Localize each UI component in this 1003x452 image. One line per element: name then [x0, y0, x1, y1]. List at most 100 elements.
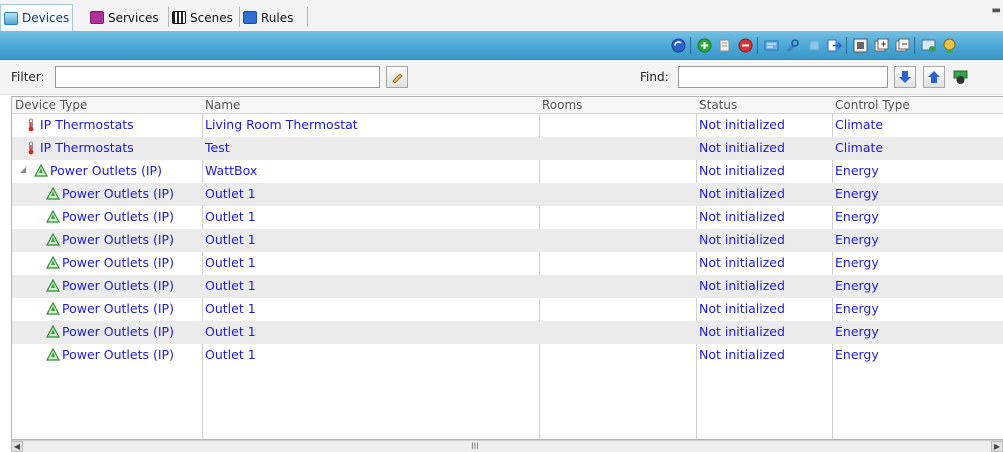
refresh-button[interactable]: [670, 37, 687, 54]
toolbar: [0, 31, 1003, 60]
table-row[interactable]: Power Outlets (IP) Outlet 1 Not initialize…: [12, 321, 1003, 344]
properties-button[interactable]: [920, 37, 937, 54]
filter-bar: Filter: Find:: [0, 60, 1003, 95]
device-type-cell: Power Outlets (IP): [62, 347, 174, 362]
tab-devices[interactable]: Devices: [0, 4, 74, 31]
scenes-icon: [172, 11, 186, 24]
device-type-cell: Power Outlets (IP): [62, 301, 174, 316]
toolbar-divider: [914, 37, 915, 54]
power-outlet-icon: [45, 186, 61, 201]
device-name-cell: Outlet 1: [205, 232, 256, 247]
status-cell: Not initialized: [699, 117, 785, 132]
grid-header: Device Type Name Rooms Status Control Ty…: [12, 97, 1003, 114]
horizontal-scrollbar[interactable]: ◀ III ▶: [11, 440, 1003, 452]
status-cell: Not initialized: [699, 232, 785, 247]
device-type-cell: Power Outlets (IP): [50, 163, 162, 178]
status-cell: Not initialized: [699, 140, 785, 155]
find-previous-button[interactable]: [923, 66, 945, 88]
find-label: Find:: [640, 70, 669, 84]
power-outlet-icon: [45, 232, 61, 247]
add-button[interactable]: [696, 37, 713, 54]
filter-label: Filter:: [11, 70, 45, 84]
column-header-name[interactable]: Name: [205, 98, 240, 112]
tab-label: Rules: [261, 10, 294, 25]
table-row[interactable]: ◢ Power Outlets (IP) WattBox Not initialize…: [12, 160, 1003, 183]
status-cell: Not initialized: [699, 186, 785, 201]
table-row[interactable]: Power Outlets (IP) Outlet 1 Not initialize…: [12, 298, 1003, 321]
device-name-cell: Outlet 1: [205, 186, 256, 201]
disabled-button[interactable]: [806, 37, 823, 54]
device-name-cell: Outlet 1: [205, 301, 256, 316]
control-type-cell: Energy: [835, 163, 879, 178]
collapse-tree-icon[interactable]: ◢: [20, 165, 26, 174]
status-cell: Not initialized: [699, 278, 785, 293]
device-type-cell: IP Thermostats: [40, 140, 134, 155]
broom-icon: [392, 73, 403, 84]
control-type-cell: Energy: [835, 209, 879, 224]
status-cell: Not initialized: [699, 163, 785, 178]
copy-button[interactable]: [716, 37, 733, 54]
device-grid: Device Type Name Rooms Status Control Ty…: [11, 96, 1003, 440]
configure-button[interactable]: [784, 37, 801, 54]
table-row[interactable]: IP Thermostats Living Room Thermostat Not …: [12, 114, 1003, 137]
copy-icon: [719, 39, 730, 52]
power-outlet-icon: [45, 301, 61, 316]
minimize-icon[interactable]: ▬: [992, 5, 1001, 16]
table-row[interactable]: Power Outlets (IP) Outlet 1 Not initialize…: [12, 206, 1003, 229]
collapse-icon: [895, 38, 910, 52]
tab-rules[interactable]: Rules: [240, 4, 296, 31]
table-row[interactable]: Power Outlets (IP) Outlet 1 Not initialize…: [12, 344, 1003, 367]
expand-icon: [874, 38, 889, 52]
tab-strip: Devices Services Scenes Rules ▬: [0, 0, 1003, 31]
device-name-cell: Outlet 1: [205, 324, 256, 339]
tab-label: Services: [108, 10, 159, 25]
globe-button[interactable]: [941, 37, 958, 54]
column-header-rooms[interactable]: Rooms: [542, 98, 582, 112]
find-options-button[interactable]: [952, 69, 969, 86]
refresh-icon: [671, 38, 686, 53]
tab-scenes[interactable]: Scenes: [169, 4, 236, 31]
scroll-left-icon[interactable]: ◀: [11, 441, 23, 452]
column-header-status[interactable]: Status: [699, 98, 737, 112]
find-input[interactable]: [678, 66, 888, 88]
device-name-cell: WattBox: [205, 163, 258, 178]
rules-icon: [243, 11, 257, 24]
device-type-cell: Power Outlets (IP): [62, 232, 174, 247]
scroll-thumb[interactable]: III: [471, 442, 479, 452]
device-name-cell: Outlet 1: [205, 278, 256, 293]
table-row[interactable]: Power Outlets (IP) Outlet 1 Not initialize…: [12, 183, 1003, 206]
device-name-cell: Test: [205, 140, 230, 155]
disabled-icon: [809, 40, 820, 51]
table-row[interactable]: Power Outlets (IP) Outlet 1 Not initialize…: [12, 252, 1003, 275]
toolbar-divider: [846, 37, 847, 54]
control-type-cell: Energy: [835, 324, 879, 339]
status-cell: Not initialized: [699, 324, 785, 339]
find-options-icon: [953, 70, 968, 84]
export-button[interactable]: [826, 37, 843, 54]
remove-icon: [738, 38, 753, 53]
find-next-button[interactable]: [894, 66, 916, 88]
edit-icon: [764, 40, 779, 51]
table-row[interactable]: IP Thermostats Test Not initialized Climate: [12, 137, 1003, 160]
collapse-button[interactable]: [894, 37, 911, 54]
power-outlet-icon: [45, 209, 61, 224]
table-row[interactable]: Power Outlets (IP) Outlet 1 Not initialize…: [12, 229, 1003, 252]
expand-button[interactable]: [873, 37, 890, 54]
column-header-device-type[interactable]: Device Type: [15, 98, 87, 112]
remove-button[interactable]: [737, 37, 754, 54]
grid-view-button[interactable]: [852, 37, 869, 54]
filter-input[interactable]: [55, 66, 380, 88]
device-type-cell: Power Outlets (IP): [62, 186, 174, 201]
clear-filter-button[interactable]: [386, 66, 408, 88]
tab-divider: [307, 7, 308, 27]
column-header-control-type[interactable]: Control Type: [835, 98, 910, 112]
edit-button[interactable]: [763, 37, 780, 54]
device-name-cell: Living Room Thermostat: [205, 117, 358, 132]
services-icon: [90, 11, 104, 24]
control-type-cell: Climate: [835, 117, 884, 132]
tab-services[interactable]: Services: [87, 4, 162, 31]
status-cell: Not initialized: [699, 209, 785, 224]
table-row[interactable]: Power Outlets (IP) Outlet 1 Not initialize…: [12, 275, 1003, 298]
arrow-down-icon: [899, 71, 911, 83]
scroll-right-icon[interactable]: ▶: [991, 441, 1003, 452]
